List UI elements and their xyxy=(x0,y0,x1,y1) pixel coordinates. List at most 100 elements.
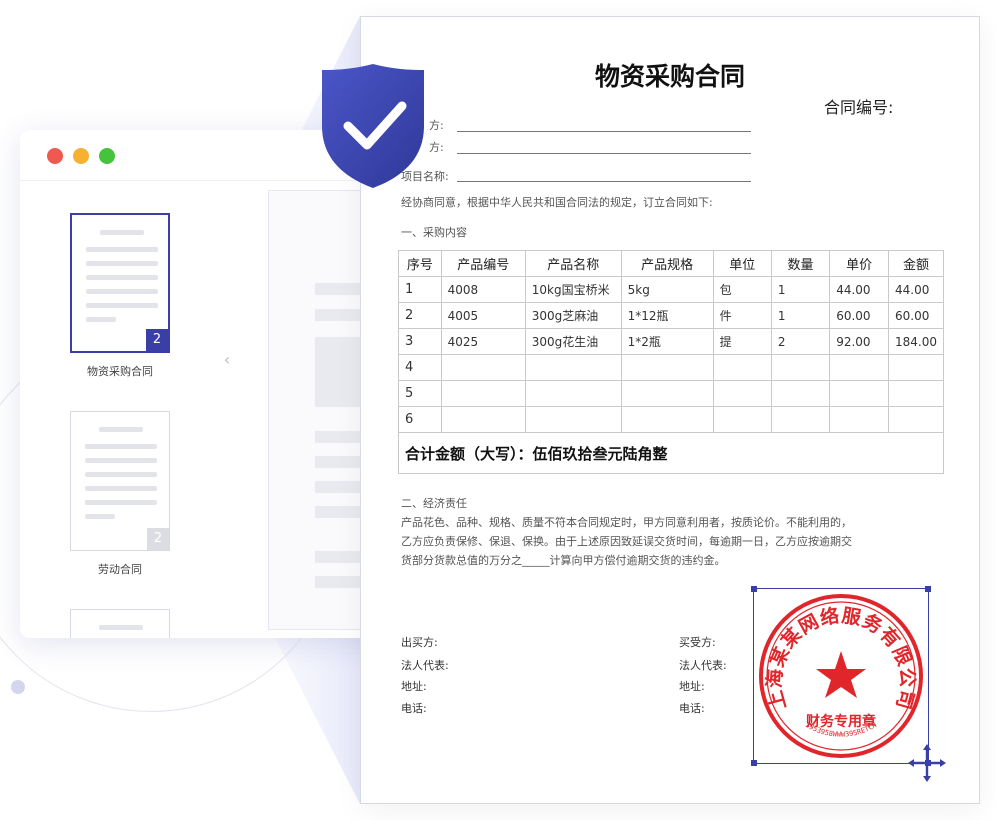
table-cell xyxy=(770,354,831,381)
thumbnail-line xyxy=(85,458,157,463)
thumbnail-line xyxy=(86,317,116,322)
table-cell xyxy=(829,406,889,433)
thumbnail-line xyxy=(86,261,158,266)
table-cell xyxy=(712,354,772,381)
table-cell: 5 xyxy=(398,380,442,407)
table-row: 2 4005 300g芝麻油 1*12瓶件 1 60.00 60.00 xyxy=(398,302,944,329)
table-cell: 4005 xyxy=(440,302,526,329)
table-cell: 包 xyxy=(712,276,772,303)
resize-handle[interactable] xyxy=(751,760,757,766)
table-cell xyxy=(888,380,944,407)
contract-number-label: 合同编号: xyxy=(824,98,894,117)
section-procurement-heading: 一、采购内容 xyxy=(401,226,467,239)
minimize-window-button[interactable] xyxy=(73,148,89,164)
chevron-left-icon[interactable]: ‹ xyxy=(220,330,234,390)
table-row: 4 xyxy=(398,354,944,381)
table-header: 产品编号 xyxy=(440,250,526,277)
table-cell: 6 xyxy=(398,406,442,433)
table-header: 单位 xyxy=(712,250,772,277)
buyer-label: 买受方: xyxy=(679,636,716,649)
seller-label: 出买方: xyxy=(401,636,438,649)
resize-handle[interactable] xyxy=(751,586,757,592)
table-cell: 92.00 xyxy=(829,328,889,355)
table-cell: 提 xyxy=(712,328,772,355)
seller-address-label: 地址: xyxy=(401,680,427,693)
close-window-button[interactable] xyxy=(47,148,63,164)
contract-document: 物资采购合同 合同编号: 方: 方: 项目名称: 经协商同意，根据中华人民共和国… xyxy=(360,16,980,804)
maximize-window-button[interactable] xyxy=(99,148,115,164)
seller-phone-label: 电话: xyxy=(401,702,427,715)
buyer-phone-label: 电话: xyxy=(679,702,705,715)
thumbnail-label: 物资采购合同 xyxy=(87,365,153,378)
party-a-underline xyxy=(457,131,751,132)
table-cell: 44.00 xyxy=(888,276,944,303)
table-cell xyxy=(620,406,714,433)
thumbnail-sidebar: 2 物资采购合同 2 劳动合同 xyxy=(20,181,220,638)
table-cell: 5kg xyxy=(620,276,714,303)
thumbnail-line xyxy=(99,427,143,432)
thumbnail-line xyxy=(86,275,158,280)
thumbnail-line xyxy=(86,303,158,308)
goods-table-body: 1 4008 10kg国宝桥米 5kg 包 1 44.00 44.00 2 4005 300g芝麻油… xyxy=(398,276,944,433)
thumbnail-line xyxy=(85,444,157,449)
document-title: 物资采购合同 xyxy=(594,62,745,91)
liability-line: 乙方应负责保修、保退、保换。由于上述原因致延误交货时间，每逾期一日，乙方应按逾期… xyxy=(401,535,852,548)
table-cell xyxy=(620,354,714,381)
liability-line: 货部分货款总值的万分之_____计算向甲方偿付逾期交货的违约金。 xyxy=(401,554,726,567)
page-count-badge: 2 xyxy=(147,528,169,550)
seal-selection-box[interactable]: 上海某某网络服务有限公司 财务专用章 3953958WWW395RETCN xyxy=(751,586,931,766)
party-b-underline xyxy=(457,153,751,154)
table-cell: 60.00 xyxy=(888,302,944,329)
table-row: 1 4008 10kg国宝桥米 5kg 包 1 44.00 44.00 xyxy=(398,276,944,303)
table-header: 产品规格 xyxy=(620,250,714,277)
table-cell: 2 xyxy=(770,328,831,355)
section-liability-heading: 二、经济责任 xyxy=(401,497,467,510)
thumbnail-line xyxy=(86,289,158,294)
table-cell xyxy=(712,380,772,407)
table-cell xyxy=(524,354,622,381)
table-cell xyxy=(620,380,714,407)
table-cell: 10kg国宝桥米 xyxy=(524,276,622,303)
table-cell xyxy=(888,354,944,381)
background-dot xyxy=(11,680,25,694)
thumbnail-label: 劳动合同 xyxy=(98,563,142,576)
move-arrows-icon[interactable] xyxy=(907,743,947,783)
table-cell xyxy=(888,406,944,433)
thumbnail-line xyxy=(85,514,115,519)
buyer-legal-rep-label: 法人代表: xyxy=(679,659,727,672)
table-row: 5 xyxy=(398,380,944,407)
party-a-label: 方: xyxy=(429,119,444,132)
table-cell: 300g花生油 xyxy=(524,328,622,355)
table-cell xyxy=(440,354,526,381)
table-cell: 4025 xyxy=(440,328,526,355)
seller-legal-rep-label: 法人代表: xyxy=(401,659,449,672)
thumbnail-third[interactable] xyxy=(70,609,170,638)
table-cell: 4008 xyxy=(440,276,526,303)
liability-line: 产品花色、品种、规格、质量不符本合同规定时，甲方同意利用者，按质论价。不能利用的… xyxy=(401,516,852,529)
table-cell xyxy=(829,354,889,381)
table-header: 金额 xyxy=(888,250,944,277)
thumbnail-line xyxy=(99,625,143,630)
intro-text: 经协商同意，根据中华人民共和国合同法的规定，订立合同如下: xyxy=(401,196,713,209)
thumbnail-line xyxy=(85,472,157,477)
table-cell xyxy=(770,406,831,433)
table-cell: 3 xyxy=(398,328,442,355)
table-cell: 300g芝麻油 xyxy=(524,302,622,329)
thumbnail-line xyxy=(100,230,144,235)
goods-table: 序号 产品编号 产品名称 产品规格 单位 数量 单价 金额 1 4008 10kg国… xyxy=(398,250,944,474)
table-cell: 件 xyxy=(712,302,772,329)
party-b-label: 方: xyxy=(429,141,444,154)
table-row: 6 xyxy=(398,406,944,433)
table-cell: 1 xyxy=(770,276,831,303)
thumbnail-line xyxy=(85,486,157,491)
table-cell xyxy=(440,406,526,433)
table-cell: 184.00 xyxy=(888,328,944,355)
table-cell: 1 xyxy=(770,302,831,329)
table-header-row: 序号 产品编号 产品名称 产品规格 单位 数量 单价 金额 xyxy=(398,250,944,277)
thumbnail-line xyxy=(86,247,158,252)
thumbnail-labor-contract[interactable]: 2 xyxy=(70,411,170,551)
project-name-underline xyxy=(457,181,751,182)
table-header: 单价 xyxy=(829,250,889,277)
resize-handle[interactable] xyxy=(925,586,931,592)
thumbnail-purchase-contract[interactable]: 2 xyxy=(70,213,170,353)
